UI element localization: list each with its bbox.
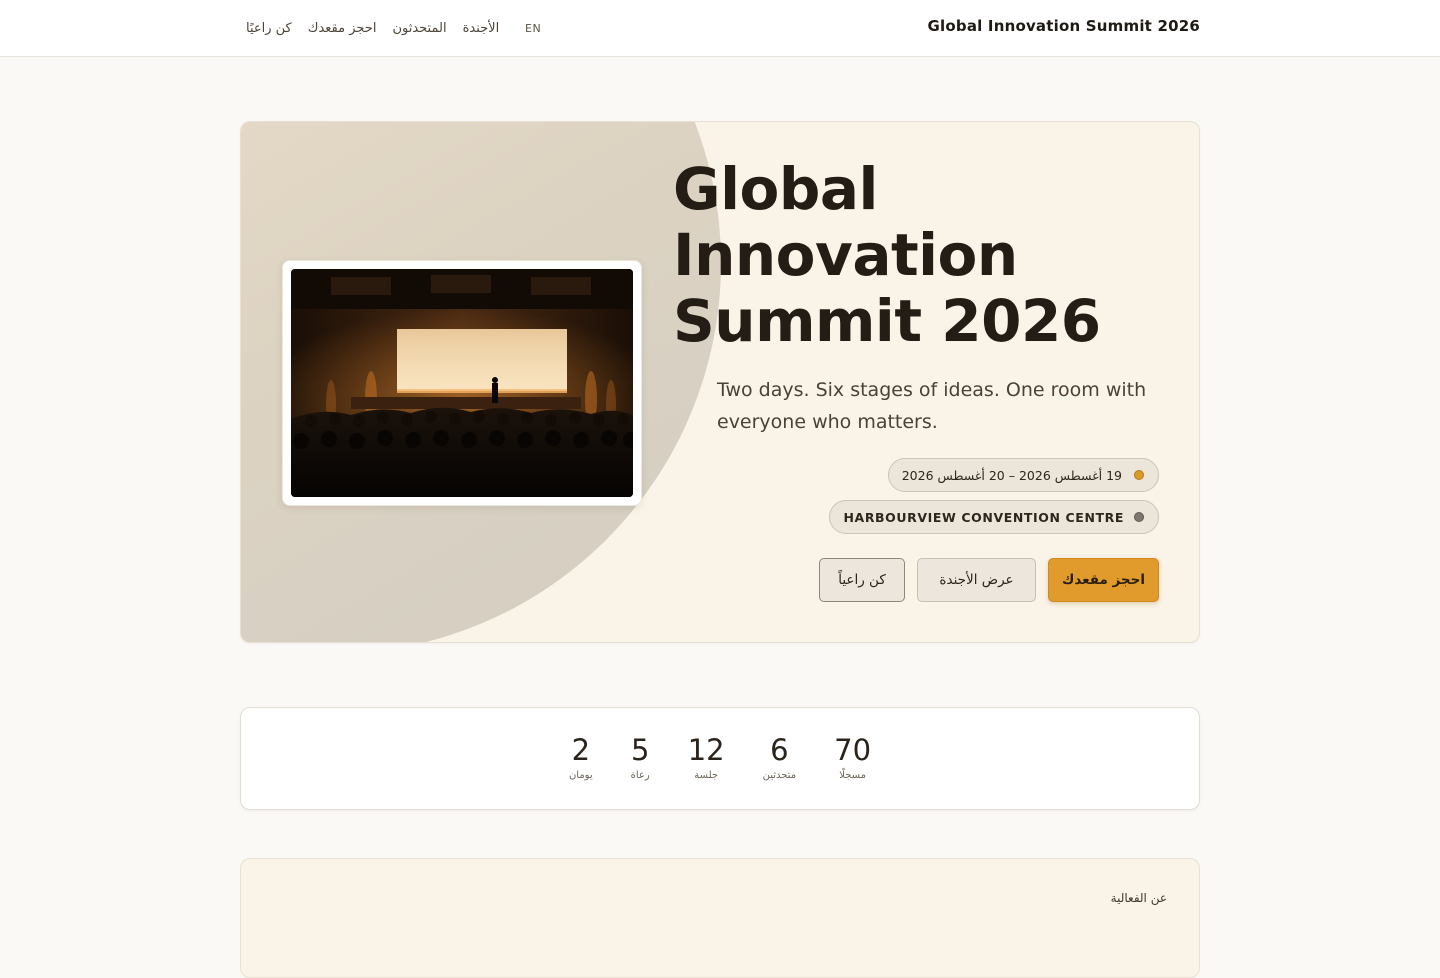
hero-actions: كن راعياً عرض الأجندة احجز مقعدك [819, 558, 1159, 602]
stat-speakers: 6 متحدثين [763, 733, 797, 781]
stat-sessions: 12 جلسة [688, 733, 725, 781]
venue-pill: HARBOURVIEW CONVENTION CENTRE [829, 500, 1159, 534]
nav-link-sponsor[interactable]: كن راعيًا [246, 21, 292, 36]
stat-label: يومان [568, 770, 593, 781]
view-agenda-button[interactable]: عرض الأجندة [917, 558, 1036, 602]
about-eyebrow: عن الفعالية [1110, 891, 1167, 905]
stat-label: جلسة [694, 770, 719, 781]
date-pill: 19 أغسطس 2026 – 20 أغسطس 2026 [887, 458, 1159, 492]
stat-value: 2 [571, 733, 591, 767]
become-sponsor-button[interactable]: كن راعياً [819, 558, 905, 602]
auditorium-photo [291, 269, 633, 497]
hero-image-frame [282, 260, 642, 506]
top-navigation-bar: الأجندة المتحدثون احجز مقعدك كن راعيًا E… [0, 0, 1440, 57]
about-section: عن الفعالية [240, 858, 1200, 978]
stat-label: رعاة [630, 770, 650, 781]
nav-link-speakers[interactable]: المتحدثون [392, 21, 446, 36]
stat-value: 12 [687, 733, 725, 767]
stat-value: 6 [770, 733, 789, 767]
nav-link-agenda[interactable]: الأجندة [463, 21, 500, 36]
site-brand[interactable]: Global Innovation Summit 2026 [928, 17, 1200, 35]
stat-value: 70 [834, 733, 872, 767]
language-toggle[interactable]: EN [525, 22, 541, 35]
hero-section: Global Innovation Summit 2026 Two days. … [240, 121, 1200, 643]
date-dot-icon [1134, 470, 1144, 480]
stats-bar: 2 يومان 5 رعاة 12 جلسة 6 متحدثين 70 مسجل… [240, 707, 1200, 810]
book-seat-button[interactable]: احجز مقعدك [1048, 558, 1159, 602]
stat-value: 5 [630, 733, 650, 767]
hero-title: Global Innovation Summit 2026 [673, 155, 1101, 355]
main-nav: الأجندة المتحدثون احجز مقعدك كن راعيًا [246, 0, 499, 56]
venue-dot-icon [1134, 512, 1144, 522]
stat-label: مسجلًا [839, 770, 866, 781]
stat-days: 2 يومان [569, 733, 593, 781]
venue-text: HARBOURVIEW CONVENTION CENTRE [843, 509, 1124, 525]
stat-label: متحدثين [762, 770, 797, 781]
stat-registered: 70 مسجلًا [834, 733, 871, 781]
date-text: 19 أغسطس 2026 – 20 أغسطس 2026 [901, 467, 1122, 483]
stat-sponsors: 5 رعاة [631, 733, 650, 781]
nav-link-book-seat[interactable]: احجز مقعدك [308, 21, 377, 36]
hero-subtitle: Two days. Six stages of ideas. One room … [717, 379, 1147, 433]
